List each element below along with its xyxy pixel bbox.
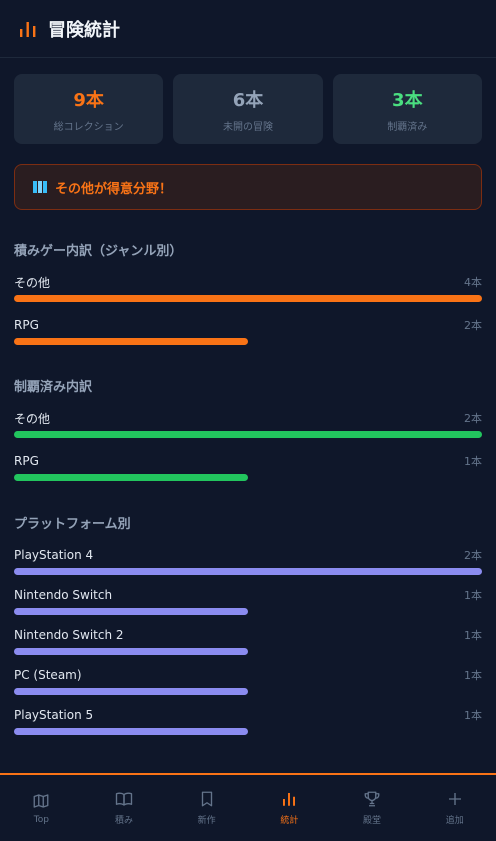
progress-bar (14, 568, 482, 575)
progress-bar (14, 648, 248, 655)
progress-bar (14, 474, 248, 481)
page-title: 冒険統計 (48, 19, 120, 41)
stat-value: 3本 (392, 89, 423, 111)
progress-bar (14, 431, 482, 438)
trophy-icon (364, 791, 380, 807)
specialty-banner: その他が得意分野！ (14, 164, 482, 210)
breakdown-row: Nintendo Switch 1本 (14, 587, 482, 615)
stat-label: 総コレクション (53, 121, 124, 133)
map-icon (33, 181, 47, 193)
breakdown-section: 制覇済み内訳 その他 2本 RPG 1本 (0, 376, 496, 481)
breakdown-section: プラットフォーム別 PlayStation 4 2本 Nintendo Switch 1… (0, 513, 496, 735)
nav-item-backlog[interactable]: 積み (83, 775, 166, 841)
stat-value: 9本 (73, 89, 104, 111)
row-count: 2本 (464, 319, 482, 332)
breakdown-row: PC (Steam) 1本 (14, 667, 482, 695)
progress-bar (14, 608, 248, 615)
breakdown-row: その他 2本 (14, 410, 482, 438)
section-title: 制覇済み内訳 (14, 380, 93, 395)
breakdown-row: RPG 1本 (14, 453, 482, 481)
row-count: 1本 (464, 589, 482, 602)
row-count: 4本 (464, 276, 482, 289)
row-label: Nintendo Switch 2 (14, 628, 124, 642)
breakdown-row: PlayStation 5 1本 (14, 707, 482, 735)
breakdown-row: その他 4本 (14, 274, 482, 302)
progress-bar (14, 688, 248, 695)
section-title: 積みゲー内訳（ジャンル別） (14, 244, 183, 259)
row-label: RPG (14, 318, 39, 332)
nav-item-top[interactable]: Top (0, 775, 83, 841)
bar-chart-icon (20, 21, 36, 37)
breakdown-row: PlayStation 4 2本 (14, 547, 482, 575)
bar-chart-icon (283, 793, 296, 806)
progress-bar (14, 295, 482, 302)
map-icon (33, 793, 49, 808)
book-icon (115, 792, 133, 806)
stat-card-unplayed: 6本 未開の冒険 (173, 74, 323, 144)
nav-label: 殿堂 (363, 816, 382, 826)
banner-text: その他が得意分野！ (55, 181, 173, 197)
row-count: 1本 (464, 455, 482, 468)
row-count: 1本 (464, 669, 482, 682)
breakdown-section: 積みゲー内訳（ジャンル別） その他 4本 RPG 2本 (0, 240, 496, 345)
bookmark-icon (201, 791, 212, 807)
row-count: 1本 (464, 709, 482, 722)
nav-item-stats[interactable]: 統計 (248, 775, 331, 841)
row-count: 2本 (464, 549, 482, 562)
nav-item-new[interactable]: 新作 (165, 775, 248, 841)
bottom-nav: Top 積み 新作 統計 殿堂 追加 (0, 773, 496, 841)
breakdown-row: RPG 2本 (14, 317, 482, 345)
nav-item-add[interactable]: 追加 (413, 775, 496, 841)
stat-card-collection: 9本 総コレクション (14, 74, 164, 144)
row-label: RPG (14, 454, 39, 468)
nav-label: Top (33, 814, 49, 825)
nav-label: 追加 (445, 816, 464, 826)
app-header: 冒険統計 (0, 0, 496, 58)
nav-label: 統計 (280, 816, 299, 826)
row-count: 1本 (464, 629, 482, 642)
row-label: Nintendo Switch (14, 588, 113, 602)
stat-label: 制覇済み (387, 121, 428, 133)
stat-card-completed: 3本 制覇済み (332, 74, 482, 144)
nav-label: 積み (115, 816, 134, 826)
breakdown-row: Nintendo Switch 2 1本 (14, 627, 482, 655)
row-label: PlayStation 5 (14, 708, 94, 722)
section-title: プラットフォーム別 (14, 517, 131, 532)
stat-value: 6本 (232, 89, 264, 111)
progress-bar (14, 728, 248, 735)
plus-icon (448, 793, 461, 805)
stat-label: 未開の冒険 (222, 121, 273, 133)
nav-item-hall-of-fame[interactable]: 殿堂 (331, 775, 414, 841)
row-label: PlayStation 4 (14, 548, 94, 562)
progress-bar (14, 338, 248, 345)
row-label: PC (Steam) (14, 668, 82, 682)
row-label: その他 (14, 411, 51, 426)
stat-cards: 9本 総コレクション 6本 未開の冒険 3本 制覇済み (0, 58, 496, 144)
row-count: 2本 (464, 412, 482, 425)
row-label: その他 (14, 275, 51, 290)
nav-label: 新作 (197, 816, 216, 826)
breakdown-sections: 積みゲー内訳（ジャンル別） その他 4本 RPG 2本 制覇済み内訳 その他 2本 RPG 1本プ… (0, 240, 496, 735)
